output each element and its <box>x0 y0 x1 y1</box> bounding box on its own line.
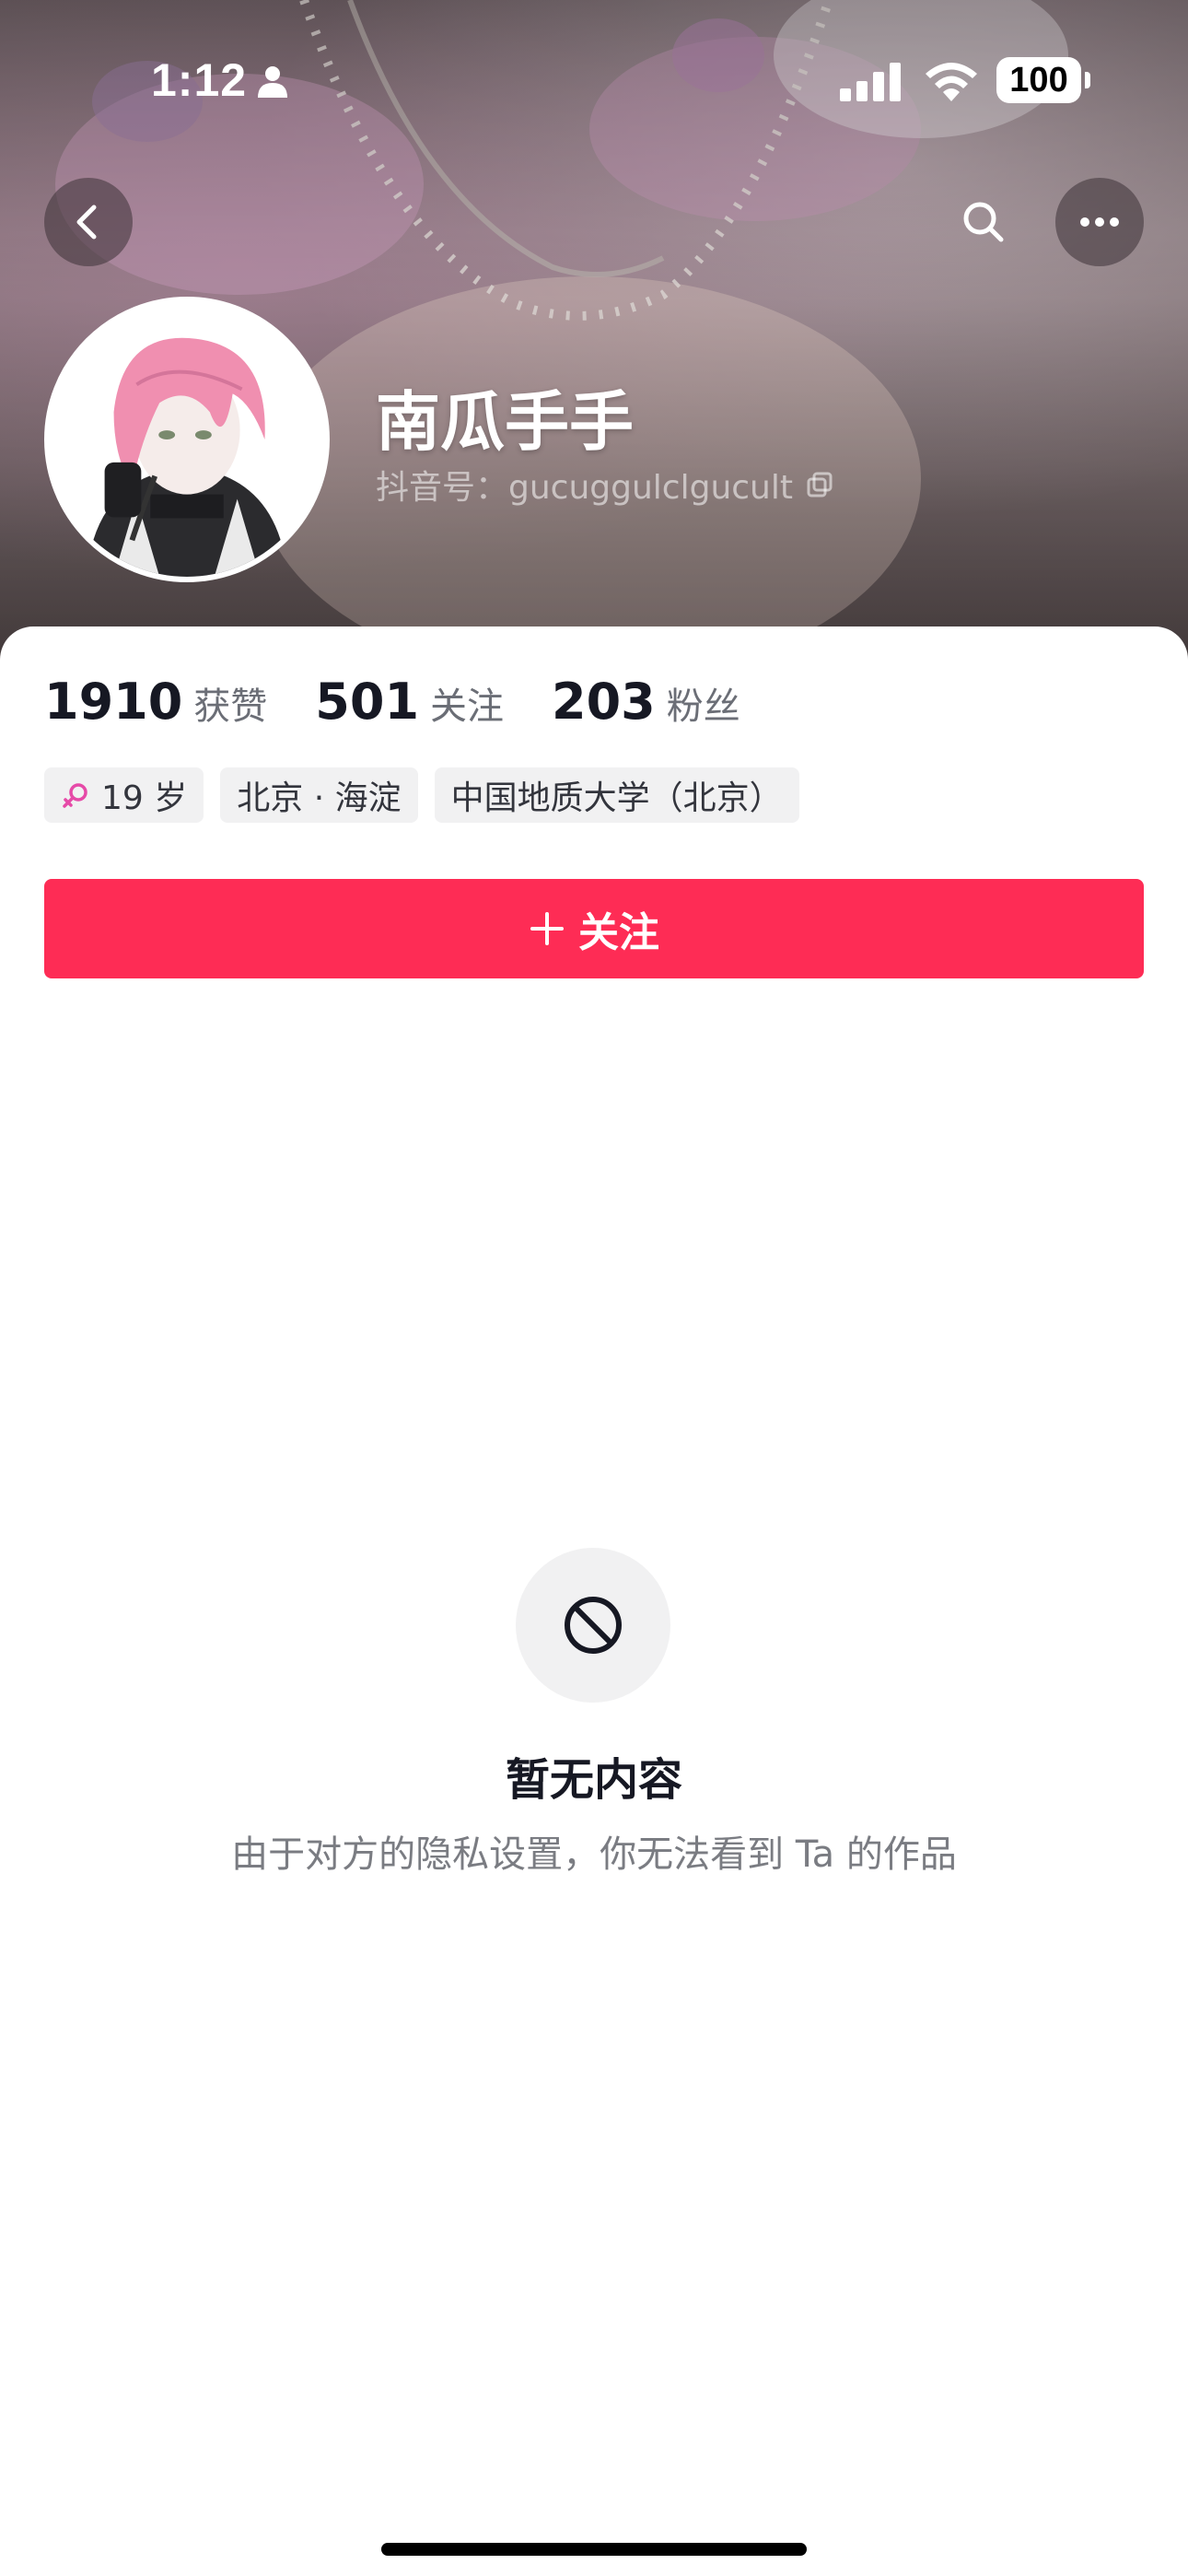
chevron-left-icon <box>76 205 97 240</box>
tag-location-text: 北京 · 海淀 <box>237 779 402 817</box>
empty-state-description: 由于对方的隐私设置，你无法看到 Ta 的作品 <box>231 1833 957 1876</box>
tag-school-text: 中国地质大学（北京） <box>450 779 783 817</box>
avatar[interactable] <box>44 297 330 582</box>
follow-button[interactable]: 关注 <box>44 879 1144 978</box>
wifi-icon <box>926 63 977 101</box>
profile-content-card: 1910 获赞 501 关注 203 粉丝 19 岁 北京 · 海淀 中国地质大… <box>0 626 1188 2576</box>
battery-tip <box>1085 72 1090 88</box>
plus-icon <box>530 912 564 945</box>
more-options-button[interactable] <box>1055 178 1144 266</box>
stat-value: 1910 <box>44 673 183 731</box>
empty-state-title: 暂无内容 <box>505 1754 682 1806</box>
stat-label: 关注 <box>430 685 505 728</box>
search-button[interactable] <box>939 178 1028 266</box>
search-icon <box>963 202 1004 242</box>
person-icon <box>258 66 287 98</box>
back-button[interactable] <box>44 178 133 266</box>
douyin-id-row[interactable]: 抖音号：gucuggulclgucult <box>376 461 833 509</box>
more-horizontal-icon <box>1080 217 1119 227</box>
copy-icon[interactable] <box>806 471 833 498</box>
forbidden-icon <box>565 1597 622 1654</box>
douyin-id: 抖音号：gucuggulclgucult <box>376 469 793 507</box>
nickname: 南瓜手手 <box>376 384 634 460</box>
status-bar: 1:12 100 <box>0 37 1188 120</box>
status-time: 1:12 <box>151 54 248 106</box>
empty-state-icon-container <box>516 1548 670 1703</box>
stat-label: 获赞 <box>193 685 268 728</box>
tag-location: 北京 · 海淀 <box>220 767 418 823</box>
stat-followers[interactable]: 203 粉丝 <box>552 673 740 731</box>
stat-following[interactable]: 501 关注 <box>315 673 504 731</box>
battery-indicator: 100 <box>996 57 1081 103</box>
female-gender-icon <box>63 783 87 808</box>
stats-row: 1910 获赞 501 关注 203 粉丝 <box>44 673 788 731</box>
profile-tags: 19 岁 北京 · 海淀 中国地质大学（北京） <box>44 767 799 823</box>
tag-age-text: 19 岁 <box>101 779 188 817</box>
cellular-signal-icon <box>840 63 901 101</box>
stat-label: 粉丝 <box>666 685 740 728</box>
tag-school: 中国地质大学（北京） <box>434 767 799 823</box>
tag-age: 19 岁 <box>44 767 204 823</box>
avatar-illustration <box>50 302 324 577</box>
stat-value: 203 <box>552 673 656 731</box>
stat-value: 501 <box>315 673 420 731</box>
home-indicator[interactable] <box>381 2543 807 2556</box>
stat-likes[interactable]: 1910 获赞 <box>44 673 267 731</box>
follow-button-label: 关注 <box>578 909 659 956</box>
